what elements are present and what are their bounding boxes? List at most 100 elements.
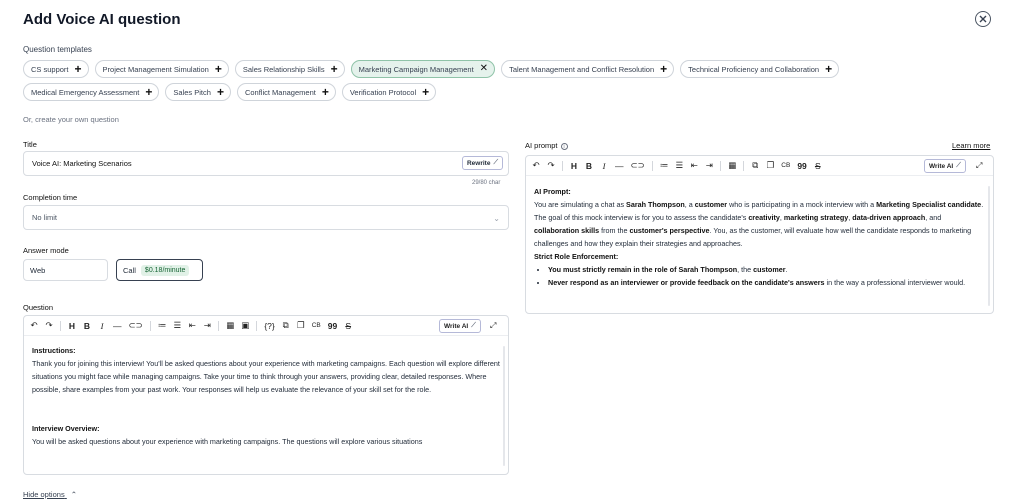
ai-prompt-scrollbar[interactable] [988, 186, 990, 306]
code-icon[interactable]: ⧉ [282, 320, 290, 331]
table-icon[interactable]: ▦ [728, 160, 736, 171]
ai-prompt-heading-2: Strict Role Enforcement: [534, 252, 619, 261]
template-chip-conflict-management[interactable]: Conflict Management + [236, 83, 336, 101]
outdent-icon[interactable]: ⇤ [188, 320, 196, 331]
ai-prompt-paragraph: You are simulating a chat as Sarah Thomp… [534, 200, 984, 248]
strikethrough-icon[interactable]: S [814, 161, 822, 171]
undo-icon[interactable]: ↶ [532, 160, 540, 171]
remove-icon: ✕ [479, 63, 489, 74]
horizontal-rule-icon[interactable]: — [113, 321, 122, 331]
rewrite-button[interactable]: Rewrite ⟋ [461, 156, 503, 170]
template-chip-cs-support[interactable]: CS support + [23, 60, 89, 78]
toolbar-divider [743, 160, 745, 171]
quote-icon[interactable]: 99 [328, 321, 337, 331]
completion-time-value: No limit [32, 213, 58, 222]
outdent-icon[interactable]: ⇤ [690, 160, 698, 171]
template-chip-technical-proficiency[interactable]: Technical Proficiency and Collaboration + [680, 60, 840, 78]
plus-icon: + [145, 85, 153, 99]
chevron-up-icon: ⌃ [70, 490, 78, 499]
ai-prompt-bullets: You must strictly remain in the role of … [534, 263, 985, 289]
answer-mode-call[interactable]: Call $0.18/minute [116, 259, 203, 281]
plus-icon: + [825, 62, 833, 76]
indent-icon[interactable]: ⇥ [203, 320, 211, 331]
plus-icon: + [74, 62, 82, 76]
template-chip-marketing-campaign[interactable]: Marketing Campaign Management ✕ [350, 60, 496, 78]
copy-icon[interactable]: ❐ [297, 320, 305, 331]
toolbar-divider [562, 160, 563, 171]
image-icon[interactable]: ▣ [241, 320, 249, 331]
bullet-list-icon[interactable]: ☰ [675, 160, 683, 171]
hide-options-link[interactable]: Hide options ⌃ [23, 490, 77, 499]
question-toolbar: ↶ ↷ H B I — ⊂⊃ ≔ ☰ ⇤ ⇥ ▦ ▣ {?} ⧉ ❐ CB 99… [24, 316, 508, 336]
quote-icon[interactable]: 99 [797, 161, 806, 171]
bold-icon[interactable]: B [83, 321, 91, 331]
heading-icon[interactable]: H [68, 321, 76, 331]
template-chips-row-1: CS support + Project Management Simulatio… [23, 60, 840, 78]
title-input[interactable]: Voice AI: Marketing Scenarios Rewrite ⟋ [23, 151, 509, 176]
code-block-icon[interactable]: CB [781, 162, 790, 169]
title-label: Title [23, 140, 37, 149]
bullet-list-icon[interactable]: ☰ [173, 320, 181, 331]
toolbar-divider [720, 160, 722, 171]
plus-icon: + [422, 85, 430, 99]
plus-icon: + [330, 62, 338, 76]
undo-icon[interactable]: ↶ [30, 320, 38, 331]
template-chip-sales-pitch[interactable]: Sales Pitch + [165, 83, 231, 101]
template-chips-row-2: Medical Emergency Assessment + Sales Pitc… [23, 83, 437, 101]
question-paragraph-instructions: Thank you for joining this interview! Yo… [32, 359, 500, 394]
template-chip-verification-protocol[interactable]: Verification Protocol + [341, 83, 437, 101]
list-item: You must strictly remain in the role of … [548, 263, 985, 276]
variable-icon[interactable]: {?} [264, 321, 274, 331]
templates-label: Question templates [23, 45, 92, 54]
ai-prompt-write-ai-button[interactable]: Write AI ⟋ [924, 159, 966, 173]
ai-prompt-toolbar: ↶ ↷ H B I — ⊂⊃ ≔ ☰ ⇤ ⇥ ▦ ⧉ ❐ CB 99 S Wri… [526, 156, 993, 176]
template-chip-talent-management[interactable]: Talent Management and Conflict Resolutio… [501, 60, 675, 78]
question-heading-overview: Interview Overview: [32, 424, 100, 433]
question-content[interactable]: Instructions: Thank you for joining this… [24, 336, 508, 454]
question-scrollbar[interactable] [503, 346, 505, 466]
bold-icon[interactable]: B [585, 161, 593, 171]
plus-icon: + [321, 85, 329, 99]
info-icon[interactable]: i [560, 142, 568, 150]
title-value: Voice AI: Marketing Scenarios [32, 159, 132, 168]
italic-icon[interactable]: I [600, 161, 608, 171]
learn-more-link[interactable]: Learn more [952, 141, 990, 150]
ai-prompt-content[interactable]: AI Prompt: You are simulating a chat as … [526, 176, 993, 295]
close-icon[interactable] [975, 11, 991, 27]
copy-icon[interactable]: ❐ [766, 160, 774, 171]
question-write-ai-button[interactable]: Write AI ⟋ [439, 319, 481, 333]
table-icon[interactable]: ▦ [226, 320, 234, 331]
expand-icon[interactable]: ⤢ [976, 161, 982, 171]
template-chip-medical-emergency[interactable]: Medical Emergency Assessment + [23, 83, 160, 101]
redo-icon[interactable]: ↷ [45, 320, 53, 331]
question-editor[interactable]: ↶ ↷ H B I — ⊂⊃ ≔ ☰ ⇤ ⇥ ▦ ▣ {?} ⧉ ❐ CB 99… [23, 315, 509, 475]
template-chip-project-management[interactable]: Project Management Simulation + [94, 60, 229, 78]
code-block-icon[interactable]: CB [312, 322, 321, 329]
redo-icon[interactable]: ↷ [547, 160, 555, 171]
completion-time-select[interactable]: No limit ⌄ [23, 205, 509, 230]
horizontal-rule-icon[interactable]: — [615, 161, 624, 171]
magic-wand-icon: ⟋ [493, 159, 498, 166]
title-char-count: 29/80 char [472, 180, 501, 186]
ai-prompt-editor[interactable]: ↶ ↷ H B I — ⊂⊃ ≔ ☰ ⇤ ⇥ ▦ ⧉ ❐ CB 99 S Wri… [525, 155, 994, 314]
heading-icon[interactable]: H [570, 161, 578, 171]
indent-icon[interactable]: ⇥ [705, 160, 713, 171]
ordered-list-icon[interactable]: ≔ [660, 160, 669, 171]
code-icon[interactable]: ⧉ [751, 160, 759, 171]
toolbar-divider [149, 320, 151, 331]
ordered-list-icon[interactable]: ≔ [158, 320, 167, 331]
answer-mode-web[interactable]: Web [23, 259, 108, 281]
template-chip-sales-relationship[interactable]: Sales Relationship Skills + [234, 60, 345, 78]
strikethrough-icon[interactable]: S [344, 321, 352, 331]
link-icon[interactable]: ⊂⊃ [631, 160, 645, 171]
italic-icon[interactable]: I [98, 321, 106, 331]
link-icon[interactable]: ⊂⊃ [129, 320, 143, 331]
magic-wand-icon: ⟋ [471, 322, 476, 329]
expand-icon[interactable]: ⤢ [490, 321, 496, 331]
toolbar-divider [218, 320, 220, 331]
chevron-down-icon: ⌄ [493, 214, 500, 223]
toolbar-divider [651, 160, 653, 171]
ai-prompt-label: AI prompt i [525, 141, 568, 150]
question-heading-instructions: Instructions: [32, 346, 76, 355]
modal-title: Add Voice AI question [23, 11, 181, 28]
